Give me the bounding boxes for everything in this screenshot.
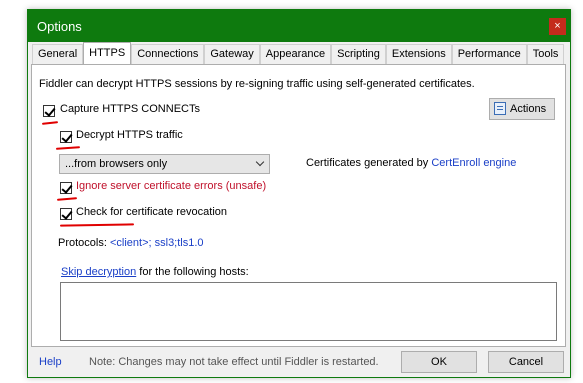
dialog-footer: Help Note: Changes may not take effect u…: [28, 347, 570, 378]
checkmark-icon: [44, 105, 56, 117]
actions-label: Actions: [510, 103, 547, 115]
ignore-cert-errors-checkbox[interactable]: [60, 182, 73, 194]
actions-icon: [494, 102, 506, 115]
annotation-underline: [59, 223, 135, 227]
tab-appearance[interactable]: Appearance: [259, 44, 332, 64]
decrypt-https-checkbox[interactable]: [60, 131, 73, 143]
protocols-prefix: Protocols:: [58, 237, 107, 249]
actions-button[interactable]: Actions: [489, 98, 555, 120]
checkmark-icon: [61, 131, 73, 143]
certificates-info: Certificates generated by CertEnroll eng…: [306, 157, 516, 169]
certenroll-engine-link[interactable]: CertEnroll engine: [431, 157, 516, 169]
https-panel: Fiddler can decrypt HTTPS sessions by re…: [31, 64, 566, 347]
title-bar[interactable]: Options ×: [28, 10, 570, 42]
close-icon: ×: [554, 20, 561, 32]
chevron-down-icon: [255, 157, 265, 167]
checkmark-icon: [61, 182, 73, 194]
close-button[interactable]: ×: [549, 18, 566, 35]
annotation-underline: [55, 146, 81, 150]
help-link[interactable]: Help: [39, 356, 62, 368]
capture-https-label[interactable]: Capture HTTPS CONNECTs: [60, 103, 200, 115]
tab-scripting[interactable]: Scripting: [331, 44, 386, 64]
tab-extensions[interactable]: Extensions: [385, 44, 452, 64]
tab-connections[interactable]: Connections: [131, 44, 205, 64]
annotation-underline: [56, 197, 78, 201]
options-dialog: Options × General HTTPS Connections Gate…: [27, 9, 571, 378]
skip-decryption-link[interactable]: Skip decryption: [61, 266, 136, 278]
window-title: Options: [37, 19, 82, 34]
ignore-cert-errors-label[interactable]: Ignore server certificate errors (unsafe…: [76, 180, 266, 192]
capture-https-checkbox[interactable]: [43, 105, 56, 117]
checkmark-icon: [61, 208, 73, 220]
decrypt-https-label[interactable]: Decrypt HTTPS traffic: [76, 129, 183, 141]
decrypt-source-value: ...from browsers only: [65, 158, 168, 170]
skip-decryption-line: Skip decryption for the following hosts:: [61, 266, 249, 278]
annotation-underline: [41, 121, 59, 125]
cancel-button[interactable]: Cancel: [488, 351, 564, 373]
restart-note: Note: Changes may not take effect until …: [89, 356, 379, 368]
tab-performance[interactable]: Performance: [451, 44, 527, 64]
skip-hosts-textarea[interactable]: [60, 282, 557, 341]
decrypt-source-select[interactable]: ...from browsers only: [59, 154, 270, 174]
certificates-prefix: Certificates generated by: [306, 157, 429, 169]
cert-revocation-label[interactable]: Check for certificate revocation: [76, 206, 227, 218]
tab-https[interactable]: HTTPS: [83, 42, 132, 64]
tab-tools[interactable]: Tools: [526, 44, 565, 64]
cert-revocation-checkbox[interactable]: [60, 208, 73, 220]
tab-strip: General HTTPS Connections Gateway Appear…: [32, 42, 565, 64]
tab-gateway[interactable]: Gateway: [204, 44, 260, 64]
https-intro-text: Fiddler can decrypt HTTPS sessions by re…: [39, 78, 475, 90]
tab-general[interactable]: General: [32, 44, 84, 64]
skip-decryption-suffix: for the following hosts:: [139, 266, 249, 278]
ok-button[interactable]: OK: [401, 351, 477, 373]
protocols-info: Protocols: <client>; ssl3;tls1.0: [58, 237, 204, 249]
protocols-link[interactable]: <client>; ssl3;tls1.0: [110, 237, 204, 249]
